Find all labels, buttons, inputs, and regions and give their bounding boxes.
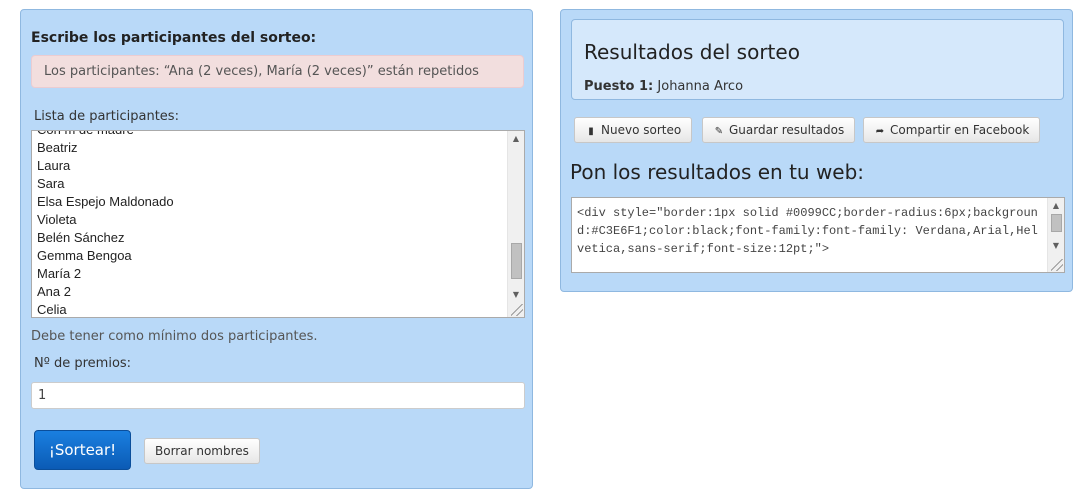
participant-line: Gemma Bengoa	[37, 248, 132, 263]
scroll-down-icon[interactable]: ▼	[508, 287, 524, 303]
participants-textarea[interactable]: Con m de madreBeatriz Laura Sara Elsa Espej…	[31, 130, 525, 318]
new-draw-label: Nuevo sorteo	[601, 123, 682, 137]
embed-heading: Pon los resultados en tu web:	[570, 160, 865, 184]
min-participants-help: Debe tener como mínimo dos participantes…	[31, 329, 318, 344]
results-box: Resultados del sorteo Puesto 1: Johanna …	[571, 19, 1064, 100]
resize-grip-icon[interactable]	[511, 304, 523, 316]
place-winner: Johanna Arco	[657, 79, 744, 94]
participants-panel: Escribe los participantes del sorteo: Lo…	[20, 9, 533, 489]
embed-code-textarea[interactable]: <div style="border:1px solid #0099CC;bor…	[571, 197, 1065, 273]
embed-scroll-up-icon[interactable]: ▲	[1048, 198, 1064, 214]
participants-scrollbar[interactable]: ▲ ▼	[507, 131, 524, 317]
embed-code: <div style="border:1px solid #0099CC;bor…	[577, 206, 1038, 256]
participant-line: Con m de madre	[37, 131, 506, 139]
results-title: Resultados del sorteo	[584, 40, 800, 64]
participant-line: Violeta	[37, 212, 77, 227]
save-results-label: Guardar resultados	[729, 123, 845, 137]
place-label: Puesto 1:	[584, 79, 654, 94]
share-arrow-icon: ➦	[875, 126, 885, 137]
duplicates-alert: Los participantes: “Ana (2 veces), María…	[31, 55, 524, 88]
scrollbar-thumb[interactable]	[511, 243, 522, 279]
new-draw-button[interactable]: ▮ Nuevo sorteo	[574, 117, 693, 143]
scroll-up-icon[interactable]: ▲	[508, 131, 524, 147]
embed-resize-grip-icon[interactable]	[1051, 259, 1063, 271]
participant-line: Laura	[37, 158, 71, 173]
participants-heading: Escribe los participantes del sorteo:	[31, 30, 317, 46]
participant-line: Beatriz	[37, 140, 78, 155]
results-panel: Resultados del sorteo Puesto 1: Johanna …	[560, 9, 1073, 292]
save-results-button[interactable]: ✎ Guardar resultados	[702, 117, 856, 143]
participant-line: Ana 2	[37, 284, 71, 299]
clear-names-button[interactable]: Borrar nombres	[144, 438, 260, 464]
participant-line: Elsa Espejo Maldonado	[37, 194, 174, 209]
prizes-label: Nº de premios:	[34, 356, 132, 371]
embed-scroll-down-icon[interactable]: ▼	[1048, 238, 1064, 254]
participants-lines: Con m de madreBeatriz Laura Sara Elsa Espej…	[37, 131, 506, 317]
document-icon: ▮	[588, 126, 594, 137]
prizes-input[interactable]: 1	[31, 382, 525, 409]
draw-button[interactable]: ¡Sortear!	[34, 430, 131, 470]
participant-line: Celia	[37, 302, 67, 317]
share-facebook-label: Compartir en Facebook	[890, 123, 1030, 137]
participant-line: Sara	[37, 176, 65, 191]
edit-check-icon: ✎	[714, 126, 724, 137]
share-facebook-button[interactable]: ➦ Compartir en Facebook	[863, 117, 1041, 143]
participants-list-label: Lista de participantes:	[34, 109, 179, 124]
participant-line: María 2	[37, 266, 82, 281]
embed-scrollbar-thumb[interactable]	[1051, 214, 1062, 232]
result-place-1: Puesto 1: Johanna Arco	[584, 79, 743, 94]
participant-line: Belén Sánchez	[37, 230, 125, 245]
